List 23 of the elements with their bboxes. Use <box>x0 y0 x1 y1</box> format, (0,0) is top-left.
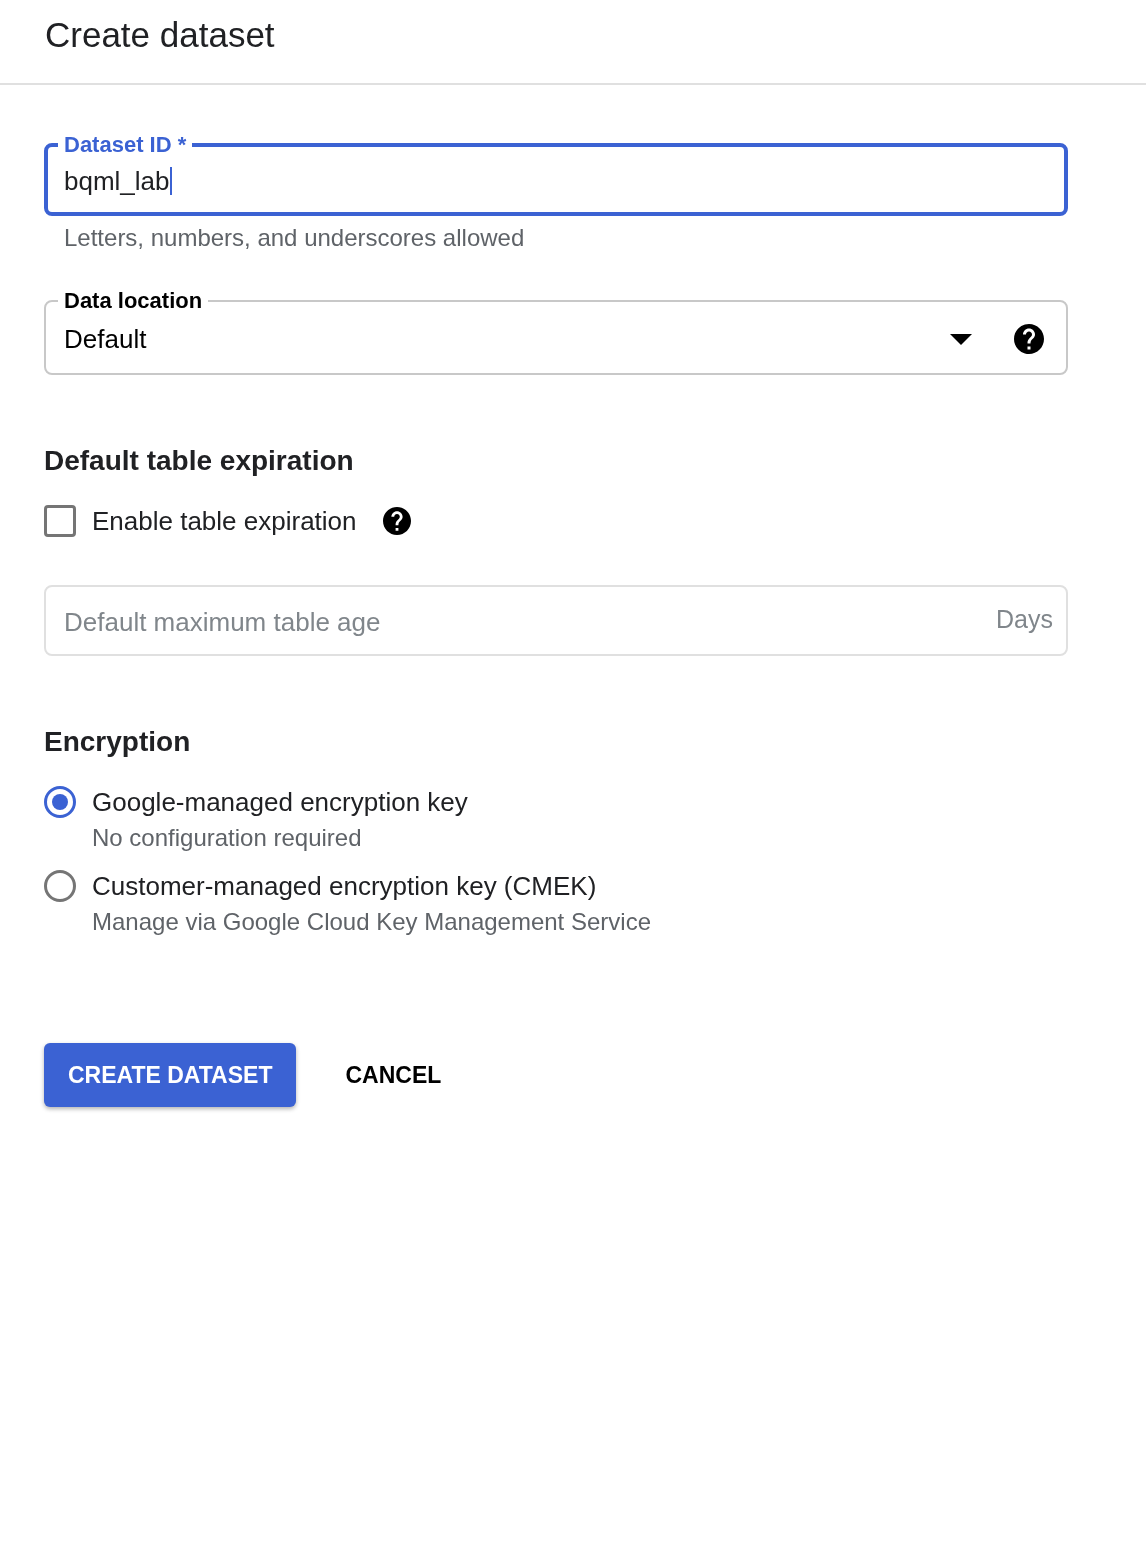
help-icon[interactable] <box>382 507 411 535</box>
help-icon[interactable] <box>1014 324 1044 354</box>
radio-label[interactable]: Customer-managed encryption key (CMEK) <box>92 870 597 902</box>
unit-suffix: Days <box>996 604 1053 634</box>
page-title: Create dataset <box>45 14 275 56</box>
radio-label[interactable]: Google-managed encryption key <box>92 786 468 818</box>
section-heading: Encryption <box>44 725 191 759</box>
field-value: Default <box>64 324 147 354</box>
field-value: bqml_lab <box>64 166 170 196</box>
section-heading: Default table expiration <box>44 444 354 478</box>
text-cursor-icon <box>169 167 172 195</box>
create-button[interactable]: CREATE DATASET <box>44 1043 297 1107</box>
helper-text: Letters, numbers, and underscores allowed <box>64 225 525 251</box>
option-description: Manage via Google Cloud Key Management Service <box>92 909 651 935</box>
cancel-button[interactable]: CANCEL <box>329 1043 458 1107</box>
radio-button[interactable] <box>44 786 76 818</box>
field-label: Dataset ID * <box>63 132 188 158</box>
field-label: Data location <box>63 288 204 314</box>
dropdown-caret-icon <box>950 333 972 345</box>
checkbox[interactable] <box>44 505 76 537</box>
option-description: No configuration required <box>92 825 362 851</box>
checkbox-label[interactable]: Enable table expiration <box>92 505 357 537</box>
radio-button[interactable] <box>44 870 76 902</box>
